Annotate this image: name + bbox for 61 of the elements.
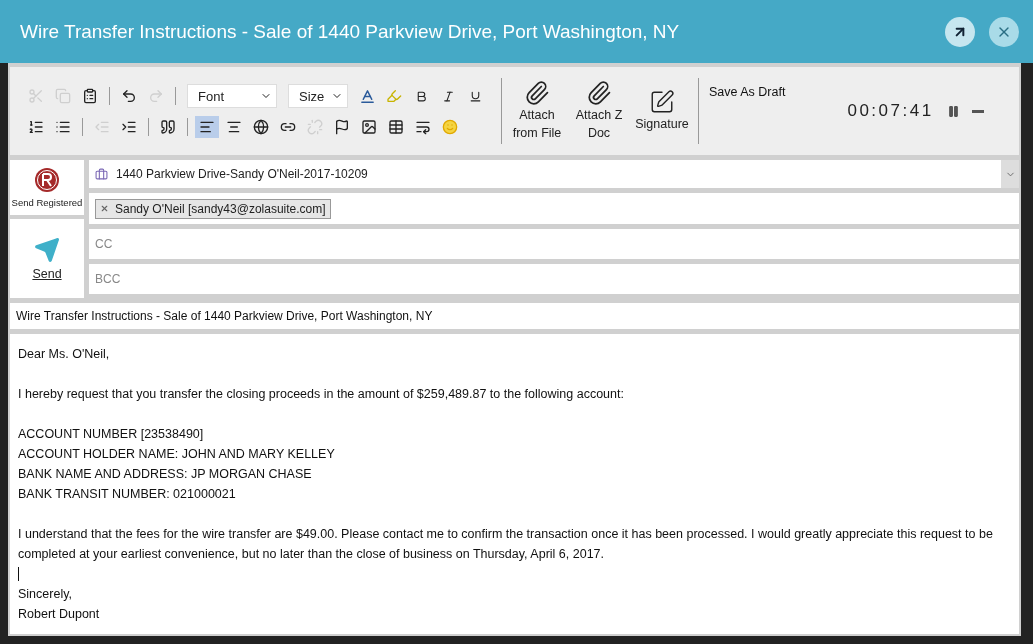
pop-out-button[interactable]	[945, 16, 975, 47]
send-registered-button[interactable]: Send Registered	[10, 160, 84, 215]
copy-icon	[55, 88, 71, 104]
bullet-list-icon	[55, 119, 71, 135]
size-select[interactable]: Size	[288, 84, 348, 108]
text-wrap-icon	[415, 119, 431, 135]
bcc-field[interactable]: BCC	[89, 264, 1019, 294]
window-title: Wire Transfer Instructions - Sale of 1440 Parkview Drive, Port Washington, NY	[19, 20, 681, 43]
underline-icon	[468, 89, 482, 103]
numbered-list-icon	[28, 119, 44, 135]
remove-icon	[100, 204, 109, 213]
quote-icon	[160, 119, 176, 135]
paperclip-icon	[524, 80, 550, 106]
smiley-icon	[442, 119, 458, 135]
highlighter-icon	[386, 88, 402, 104]
body-text: BANK NAME AND ADDRESS: JP MORGAN CHASE	[18, 466, 313, 483]
table-icon	[388, 119, 404, 135]
recipient-chip[interactable]: Sandy O'Neil [sandy43@zolasuite.com]	[95, 198, 331, 219]
redo-icon	[148, 88, 164, 104]
image-icon	[361, 119, 377, 135]
body-text: I hereby request that you transfer the closing proceeds in the amount of $259,489.87 to the following account:	[18, 386, 625, 403]
flag-icon	[334, 119, 350, 135]
cc-field[interactable]: CC	[89, 229, 1019, 259]
body-text: BANK TRANSIT NUMBER: 021000021	[18, 486, 237, 503]
body-text: Dear Ms. O'Neil,	[18, 346, 111, 363]
indent-icon	[121, 119, 137, 135]
paperclip-icon	[586, 80, 612, 106]
italic-icon	[441, 89, 455, 103]
pause-icon	[947, 104, 961, 118]
attach-button[interactable]: Attach from File	[506, 80, 568, 142]
timer: 00:07:41	[847, 101, 934, 121]
font-select[interactable]: Font	[187, 84, 277, 108]
attach-button[interactable]: Attach Z Doc	[568, 80, 630, 142]
briefcase-icon	[95, 167, 108, 181]
body-text: I understand that the fees for the wire transfer are $49.00. Please contact me to confirm the transaction once it has been processed. I would greatly appreciate this request to be completed at your earliest convenience, but no later than the close of business on Thursday, April 6, 2017.	[18, 526, 994, 563]
undo-icon	[121, 88, 137, 104]
body-text: ACCOUNT HOLDER NAME: JOHN AND MARY KELLEY	[18, 446, 336, 463]
paper-plane-icon	[34, 236, 60, 263]
unlink-icon	[307, 119, 323, 135]
align-center-icon	[226, 119, 242, 135]
align-left-icon	[199, 119, 215, 135]
cut-icon	[28, 88, 44, 104]
send-button[interactable]: Send	[10, 219, 84, 298]
text-cursor	[18, 567, 19, 581]
signature-button[interactable]: Signature	[630, 89, 694, 133]
minimize-icon	[971, 109, 984, 113]
message-editor[interactable]	[10, 334, 1019, 634]
align-left-button[interactable]	[195, 116, 219, 138]
matter-select[interactable]: 1440 Parkview Drive-Sandy O'Neil-2017-10209	[89, 160, 1019, 188]
outdent-icon	[94, 119, 110, 135]
pen-on-page-icon	[649, 89, 675, 115]
body-text: ACCOUNT NUMBER [23538490]	[18, 426, 205, 443]
body-text: Robert Dupont	[18, 606, 101, 623]
save-draft-button[interactable]: Save As Draft	[703, 85, 792, 99]
globe-icon	[253, 119, 269, 135]
to-field[interactable]: Sandy O'Neil [sandy43@zolasuite.com]	[89, 193, 1019, 224]
paste-icon	[82, 88, 98, 104]
registered-seal-icon	[34, 167, 60, 193]
font-color-icon	[358, 87, 376, 105]
body-text: Sincerely,	[18, 586, 73, 603]
subject-field[interactable]: Wire Transfer Instructions - Sale of 1440 Parkview Drive, Port Washington, NY	[10, 303, 1019, 329]
